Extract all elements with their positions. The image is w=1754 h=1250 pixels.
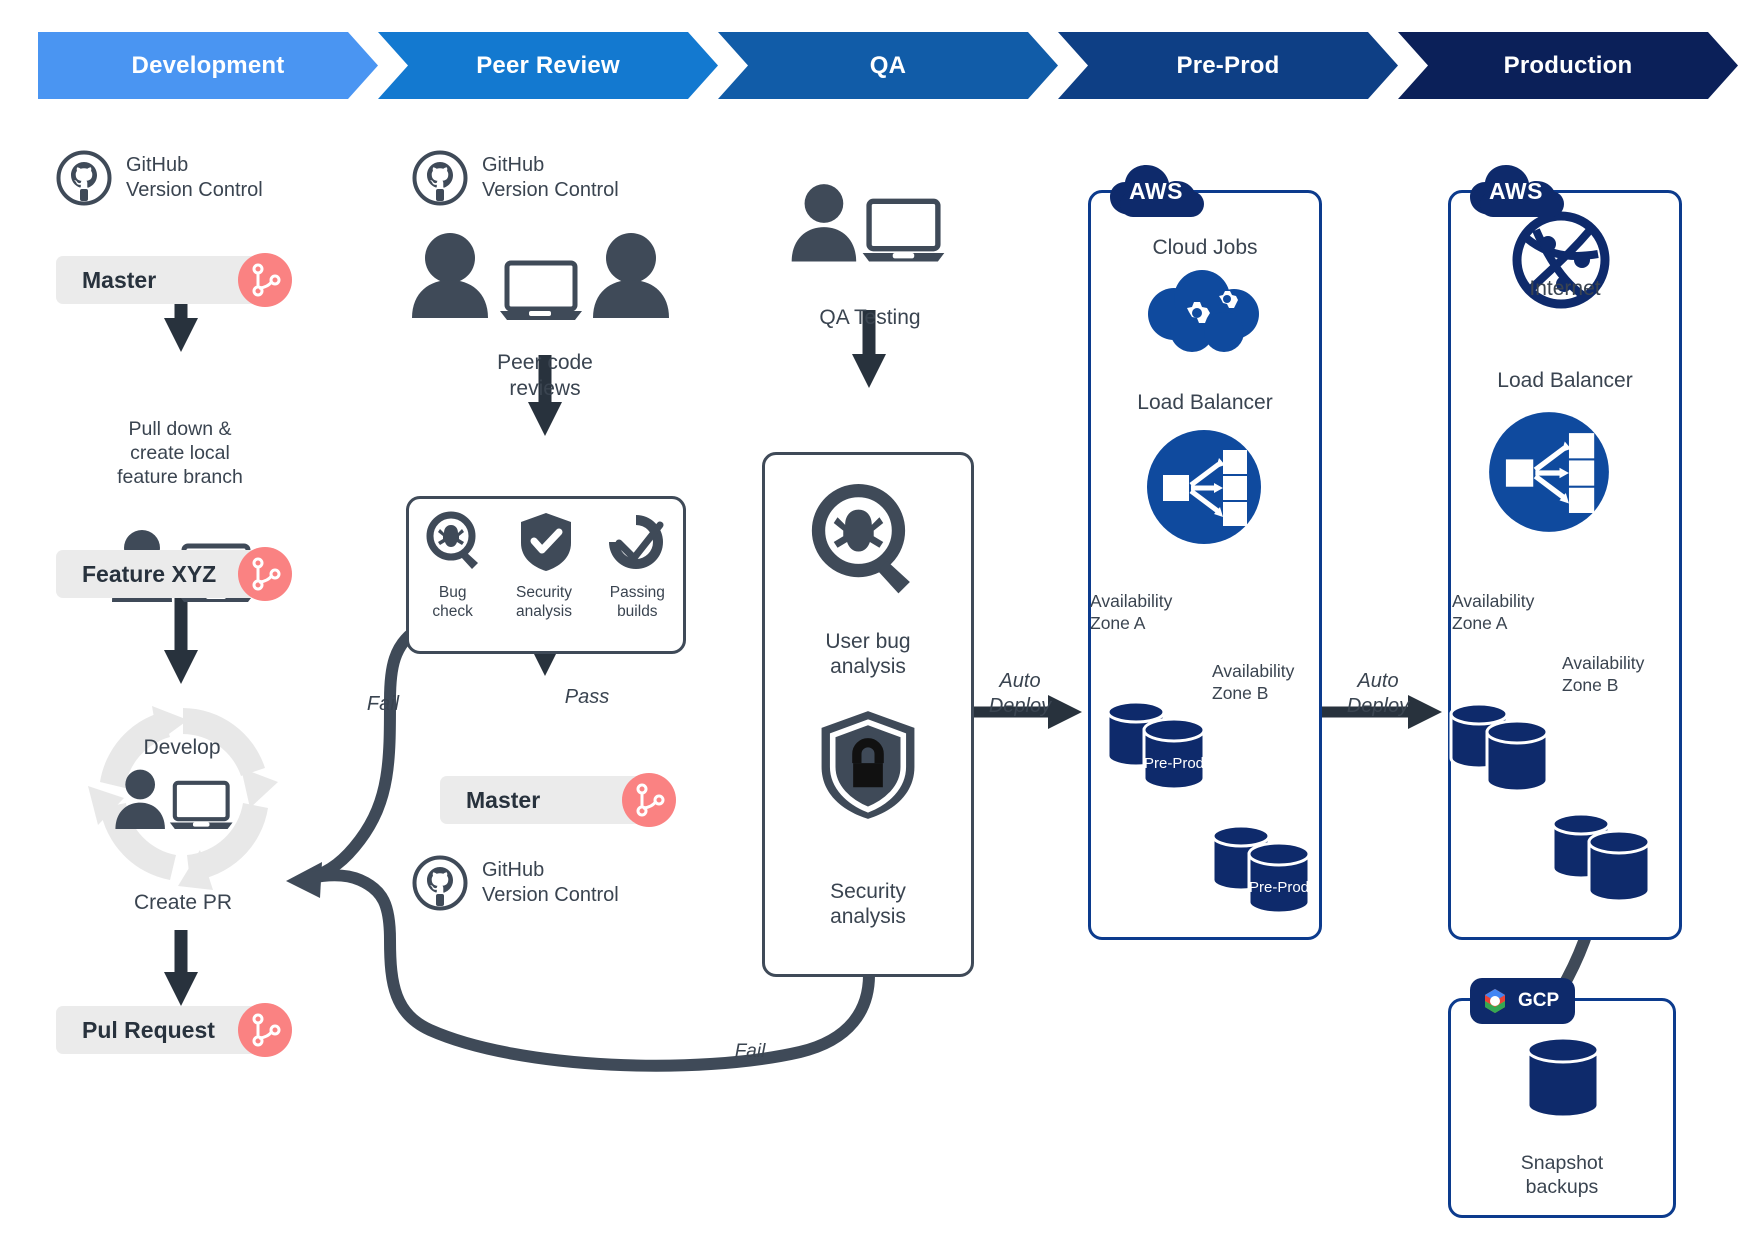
stage-chevron-qa[interactable]: QA [718, 32, 1058, 99]
load-balancer-icon-preprod [1145, 428, 1263, 546]
bug-magnifier-icon [425, 511, 487, 573]
build-check-icon [605, 511, 667, 573]
pipeline-diagram: Development Peer Review QA Pre-Prod Prod… [0, 0, 1754, 1250]
aws-cloud-tag-preprod: AWS [1108, 163, 1204, 217]
qa-analysis-box: User bug analysis Security analysis [762, 452, 974, 977]
preprod-db-b-text: Pre-Prod [1249, 879, 1309, 896]
auto-deploy-label-preprod: Auto Deploy [988, 670, 1052, 717]
create-pr-label: Create PR [133, 891, 233, 914]
load-balancer-icon-production [1487, 410, 1611, 534]
git-branch-icon [622, 773, 676, 827]
aws-cloud-tag-production: AWS [1468, 163, 1564, 217]
gcp-tag-label: GCP [1518, 990, 1560, 1011]
github-version-control-label: GitHub Version Control [482, 153, 619, 201]
branch-label-master-peer: Master [466, 786, 541, 813]
github-icon [56, 150, 112, 206]
pass-label-peer-review: Pass [564, 686, 610, 708]
cloud-jobs-label: Cloud Jobs [1152, 236, 1258, 259]
gcp-cloud-tag: GCP [1470, 978, 1576, 1024]
shield-check-icon [518, 511, 574, 573]
aws-tag-label-production: AWS [1489, 177, 1543, 204]
preprod-load-balancer-label: Load Balancer [1137, 391, 1273, 414]
automated-checks-box: Bug check Security analysis Passing buil… [406, 496, 686, 654]
arrow-feature-to-develop [164, 598, 198, 684]
production-database-az-a [1443, 690, 1559, 796]
preprod-database-az-b: Pre-Prod [1205, 812, 1321, 918]
branch-pill-master-peer[interactable]: Master [440, 773, 676, 827]
branch-pill-feature-xyz[interactable]: Feature XYZ [56, 547, 292, 601]
github-version-control-label: GitHub Version Control [482, 858, 619, 906]
github-version-control-label: GitHub Version Control [126, 153, 263, 201]
github-version-control-peer: GitHub Version Control [412, 150, 619, 206]
user-bug-analysis-label: User bug analysis [825, 629, 911, 679]
stage-label-development: Development [131, 51, 285, 79]
develop-cycle-label: Develop [143, 736, 221, 759]
branch-pill-pull-request[interactable]: Pul Request [56, 1003, 292, 1057]
branch-label-master-dev: Master [82, 266, 157, 293]
snapshot-backup-database-icon [1520, 1030, 1610, 1126]
developer-laptop-icon-cycle [110, 768, 238, 834]
stage-chevron-peer-review[interactable]: Peer Review [378, 32, 718, 99]
fail-label-qa: Fail [734, 1041, 766, 1062]
user-bug-magnifier-icon [809, 483, 927, 601]
preprod-availability-zone-a-label: Availability Zone A [1090, 591, 1173, 633]
preprod-database-az-a: Pre-Prod [1100, 688, 1216, 794]
stage-label-peer-review: Peer Review [476, 51, 620, 79]
check-label-security: Security analysis [515, 584, 572, 621]
github-version-control-development: GitHub Version Control [56, 150, 263, 206]
stage-label-qa: QA [869, 51, 907, 79]
stage-label-preprod: Pre-Prod [1176, 51, 1280, 79]
branch-pill-master-dev[interactable]: Master [56, 253, 292, 307]
check-label-bug: Bug check [432, 584, 473, 621]
qa-security-analysis-label: Security analysis [830, 879, 906, 929]
git-branch-icon [238, 1003, 292, 1057]
branch-label-feature-xyz: Feature XYZ [82, 560, 217, 587]
stage-chevron-development[interactable]: Development [38, 32, 378, 99]
internet-label: Internet [1529, 277, 1601, 300]
git-branch-icon [238, 547, 292, 601]
security-lock-shield-icon [816, 707, 920, 823]
pull-down-note: Pull down & create local feature branch [117, 418, 243, 488]
snapshot-backups-label: Snapshot backups [1520, 1151, 1604, 1198]
cloud-jobs-icon [1140, 268, 1268, 354]
production-database-az-b [1545, 800, 1661, 906]
github-version-control-peer-bottom: GitHub Version Control [412, 855, 619, 911]
production-availability-zone-a-label: Availability Zone A [1452, 591, 1535, 633]
auto-deploy-label-production: Auto Deploy [1346, 670, 1410, 717]
pipeline-stage-banner: Development Peer Review QA Pre-Prod Prod… [38, 32, 1738, 99]
branch-label-pull-request: Pul Request [82, 1016, 215, 1043]
github-icon [412, 150, 468, 206]
stage-label-production: Production [1503, 51, 1633, 79]
git-branch-icon [238, 253, 292, 307]
github-icon [412, 855, 468, 911]
preprod-db-a-text: Pre-Prod [1144, 755, 1204, 772]
production-load-balancer-label: Load Balancer [1497, 369, 1633, 392]
qa-testing-label: QA Testing [819, 306, 921, 329]
gcp-logo-icon [1480, 986, 1510, 1016]
qa-tester-icon [786, 182, 950, 268]
stage-chevron-preprod[interactable]: Pre-Prod [1058, 32, 1398, 99]
stage-chevron-production[interactable]: Production [1398, 32, 1738, 99]
peer-review-people-icon [408, 232, 673, 322]
production-availability-zone-b-label: Availability Zone B [1562, 653, 1645, 695]
aws-tag-label-preprod: AWS [1129, 177, 1183, 204]
check-label-builds: Passing builds [609, 584, 665, 621]
peer-code-reviews-label: Peer code reviews [497, 351, 593, 400]
fail-label-peer-review: Fail [366, 693, 400, 715]
arrow-createpr-to-pullrequest [164, 930, 198, 1006]
